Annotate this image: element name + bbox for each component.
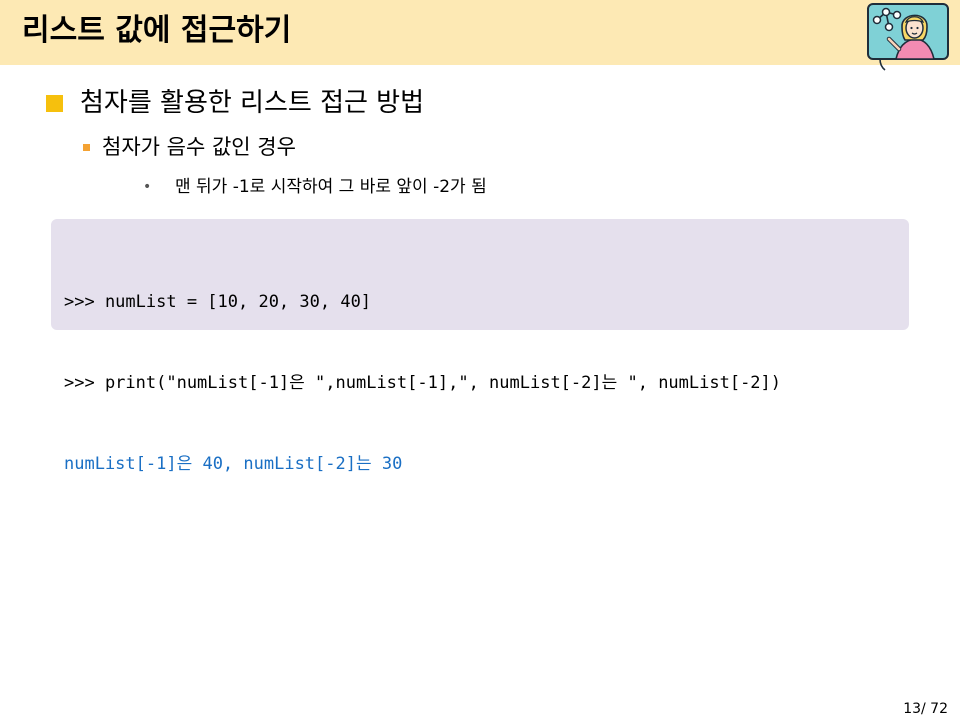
slide-title: 리스트 값에 접근하기 (22, 13, 292, 48)
square-bullet-icon (46, 94, 63, 112)
code-line-print: >>> print("numList[-1]은 ",numList[-1],",… (64, 373, 782, 393)
code-line-assignment: >>> numList = [10, 20, 30, 40] (64, 292, 372, 312)
code-example-box: >>> numList = [10, 20, 30, 40] >>> print… (51, 219, 909, 474)
bullet-detail: • 맨 뒤가 -1로 시작하여 그 바로 앞이 -2가 됨 (143, 173, 487, 201)
subheading-text: 첨자가 음수 값인 경우 (102, 135, 296, 159)
bullet-heading: 첨자를 활용한 리스트 접근 방법 (46, 84, 424, 122)
bullet-subheading: 첨자가 음수 값인 경우 (83, 131, 296, 163)
detail-text: 맨 뒤가 -1로 시작하여 그 바로 앞이 -2가 됨 (175, 177, 487, 197)
slide-header: 리스트 값에 접근하기 (0, 0, 960, 71)
code-block: >>> numList = [10, 20, 30, 40] >>> print… (64, 235, 781, 532)
dot-bullet-icon: • (143, 179, 152, 195)
small-square-bullet-icon (83, 143, 90, 151)
heading-text: 첨자를 활용한 리스트 접근 방법 (80, 88, 425, 118)
teacher-pointing-at-board-icon (867, 3, 949, 71)
page-number: 13/ 72 (903, 701, 948, 717)
code-line-output: numList[-1]은 40, numList[-2]는 30 (64, 454, 403, 474)
